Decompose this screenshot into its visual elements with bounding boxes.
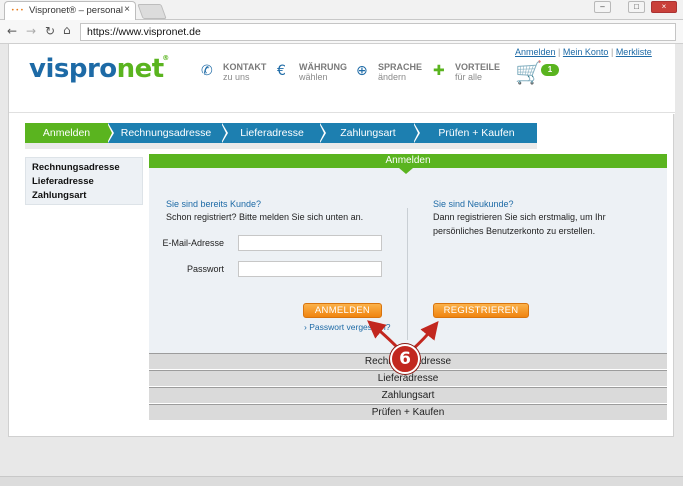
address-bar[interactable]: https://www.vispronet.de (80, 23, 676, 41)
feature-title: VORTEILE (455, 62, 501, 72)
new-customer-text-line2: persönliches Benutzerkonto zu erstellen. (433, 226, 596, 236)
logo-mark: ® (162, 54, 169, 62)
link-separator: | (558, 47, 561, 57)
column-divider (407, 208, 408, 340)
home-icon[interactable]: ⌂ (63, 23, 71, 37)
feature-subtitle: wählen (299, 72, 328, 82)
window-bottom-border (0, 476, 683, 486)
step-number-badge: 6 (390, 344, 420, 374)
link-separator: | (610, 47, 614, 57)
accordion-payment[interactable]: Zahlungsart (149, 387, 667, 403)
new-customer-text-line1: Dann registrieren Sie sich erstmalig, um… (433, 212, 606, 222)
feature-title: WÄHRUNG (299, 62, 347, 72)
sidebar-item-payment: Zahlungsart (32, 190, 87, 201)
my-account-link[interactable]: Mein Konto (563, 47, 609, 57)
feature-title: KONTAKT (223, 62, 267, 72)
password-field[interactable] (238, 261, 382, 277)
favicon-icon: ••• (11, 7, 25, 14)
login-panel: Anmelden Sie sind bereits Kunde? Schon r… (149, 154, 667, 422)
existing-customer-title: Sie sind bereits Kunde? (166, 199, 262, 209)
step-review[interactable]: Prüfen + Kaufen (416, 123, 537, 143)
feature-subtitle: ändern (378, 72, 407, 82)
globe-icon: ⊕ (356, 63, 368, 79)
login-link[interactable]: Anmelden (515, 47, 556, 57)
tab-close-icon[interactable]: × (124, 4, 130, 15)
panel-notch (399, 168, 413, 174)
step-payment[interactable]: Zahlungsart (322, 123, 420, 143)
panel-title: Anmelden (149, 154, 667, 168)
url-text: https://www.vispronet.de (87, 26, 201, 38)
step-label: Zahlungsart (340, 127, 396, 139)
header-divider (9, 112, 675, 113)
accordion-review[interactable]: Prüfen + Kaufen (149, 404, 667, 420)
step-login[interactable]: Anmelden (25, 123, 114, 143)
currency-icon: € (277, 63, 286, 79)
feature-subtitle: für alle (455, 72, 483, 82)
feature-title: SPRACHE (378, 62, 423, 72)
cart-count-badge: 1 (541, 64, 559, 76)
forgot-password-link[interactable]: › Passwort vergessen? (304, 322, 390, 332)
email-field[interactable] (238, 235, 382, 251)
logo-accent: net (116, 54, 165, 84)
step-label: Rechnungsadresse (120, 127, 212, 139)
browser-titlebar: ••• Vispronet® – personalisi × – □ × (0, 0, 683, 20)
window-close-button[interactable]: × (651, 1, 677, 13)
checkout-steps: Anmelden Rechnungsadresse Lieferadresse … (25, 123, 537, 143)
existing-customer-text: Schon registriert? Bitte melden Sie sich… (166, 212, 364, 222)
logo-main: vispro (29, 54, 117, 84)
register-button[interactable]: REGISTRIEREN (433, 303, 529, 318)
sidebar-item-billing: Rechnungsadresse (32, 162, 120, 173)
browser-tab[interactable]: ••• Vispronet® – personalisi × (4, 1, 136, 20)
new-tab-button[interactable] (137, 4, 167, 19)
panel-body: Sie sind bereits Kunde? Schon registrier… (149, 168, 667, 353)
login-button[interactable]: ANMELDEN (303, 303, 382, 318)
browser-toolbar: ← → ↻ ⌂ https://www.vispronet.de (0, 20, 683, 44)
page-content: vispronet ® ✆ KONTAKT zu uns € WÄHRUNG wä… (8, 44, 675, 437)
forward-icon[interactable]: → (26, 24, 36, 38)
step-label: Anmelden (42, 127, 91, 139)
new-customer-title: Sie sind Neukunde? (433, 199, 514, 209)
vispronet-logo[interactable]: vispronet ® (29, 54, 169, 84)
reload-icon[interactable]: ↻ (45, 24, 55, 38)
benefits-icon: ✚ (433, 63, 445, 79)
step-shipping-address[interactable]: Lieferadresse (224, 123, 326, 143)
top-links: Anmelden | Mein Konto | Merkliste (515, 47, 652, 57)
password-label: Passwort (186, 264, 224, 274)
maximize-button[interactable]: □ (628, 1, 645, 13)
email-label: E-Mail-Adresse (162, 238, 224, 248)
phone-icon: ✆ (201, 63, 213, 79)
step-label: Prüfen + Kaufen (438, 127, 515, 139)
minimize-button[interactable]: – (594, 1, 611, 13)
sidebar-item-shipping: Lieferadresse (32, 176, 94, 187)
step-billing-address[interactable]: Rechnungsadresse (110, 123, 228, 143)
tab-title: Vispronet® – personalisi (29, 5, 123, 16)
site-header: vispronet ® ✆ KONTAKT zu uns € WÄHRUNG wä… (9, 44, 675, 114)
back-icon[interactable]: ← (7, 24, 17, 38)
steps-shadow (25, 143, 537, 149)
checkout-sidebar: Rechnungsadresse Lieferadresse Zahlungsa… (25, 157, 143, 205)
step-label: Lieferadresse (240, 127, 304, 139)
feature-subtitle: zu uns (223, 72, 250, 82)
wishlist-link[interactable]: Merkliste (616, 47, 652, 57)
